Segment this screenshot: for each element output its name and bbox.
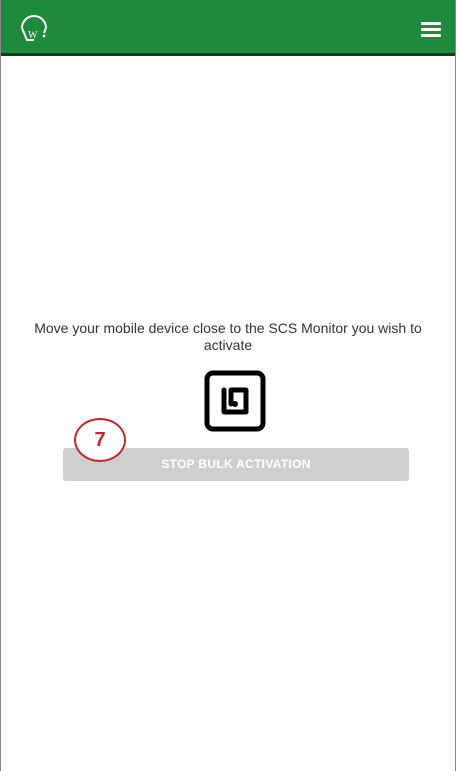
svg-text:W: W — [28, 30, 38, 41]
activation-instruction-text: Move your mobile device close to the SCS… — [34, 320, 422, 353]
step-number-callout: 7 — [74, 418, 126, 462]
menu-line — [421, 22, 441, 25]
nfc-icon — [204, 370, 266, 432]
hamburger-menu-icon[interactable] — [421, 18, 445, 38]
menu-line — [421, 34, 441, 37]
top-app-bar: W — [1, 0, 455, 56]
wifi-w-logo-icon[interactable]: W — [19, 14, 49, 44]
menu-line — [421, 28, 441, 31]
app-screen: W Move your mobile device close to the S… — [0, 0, 456, 771]
